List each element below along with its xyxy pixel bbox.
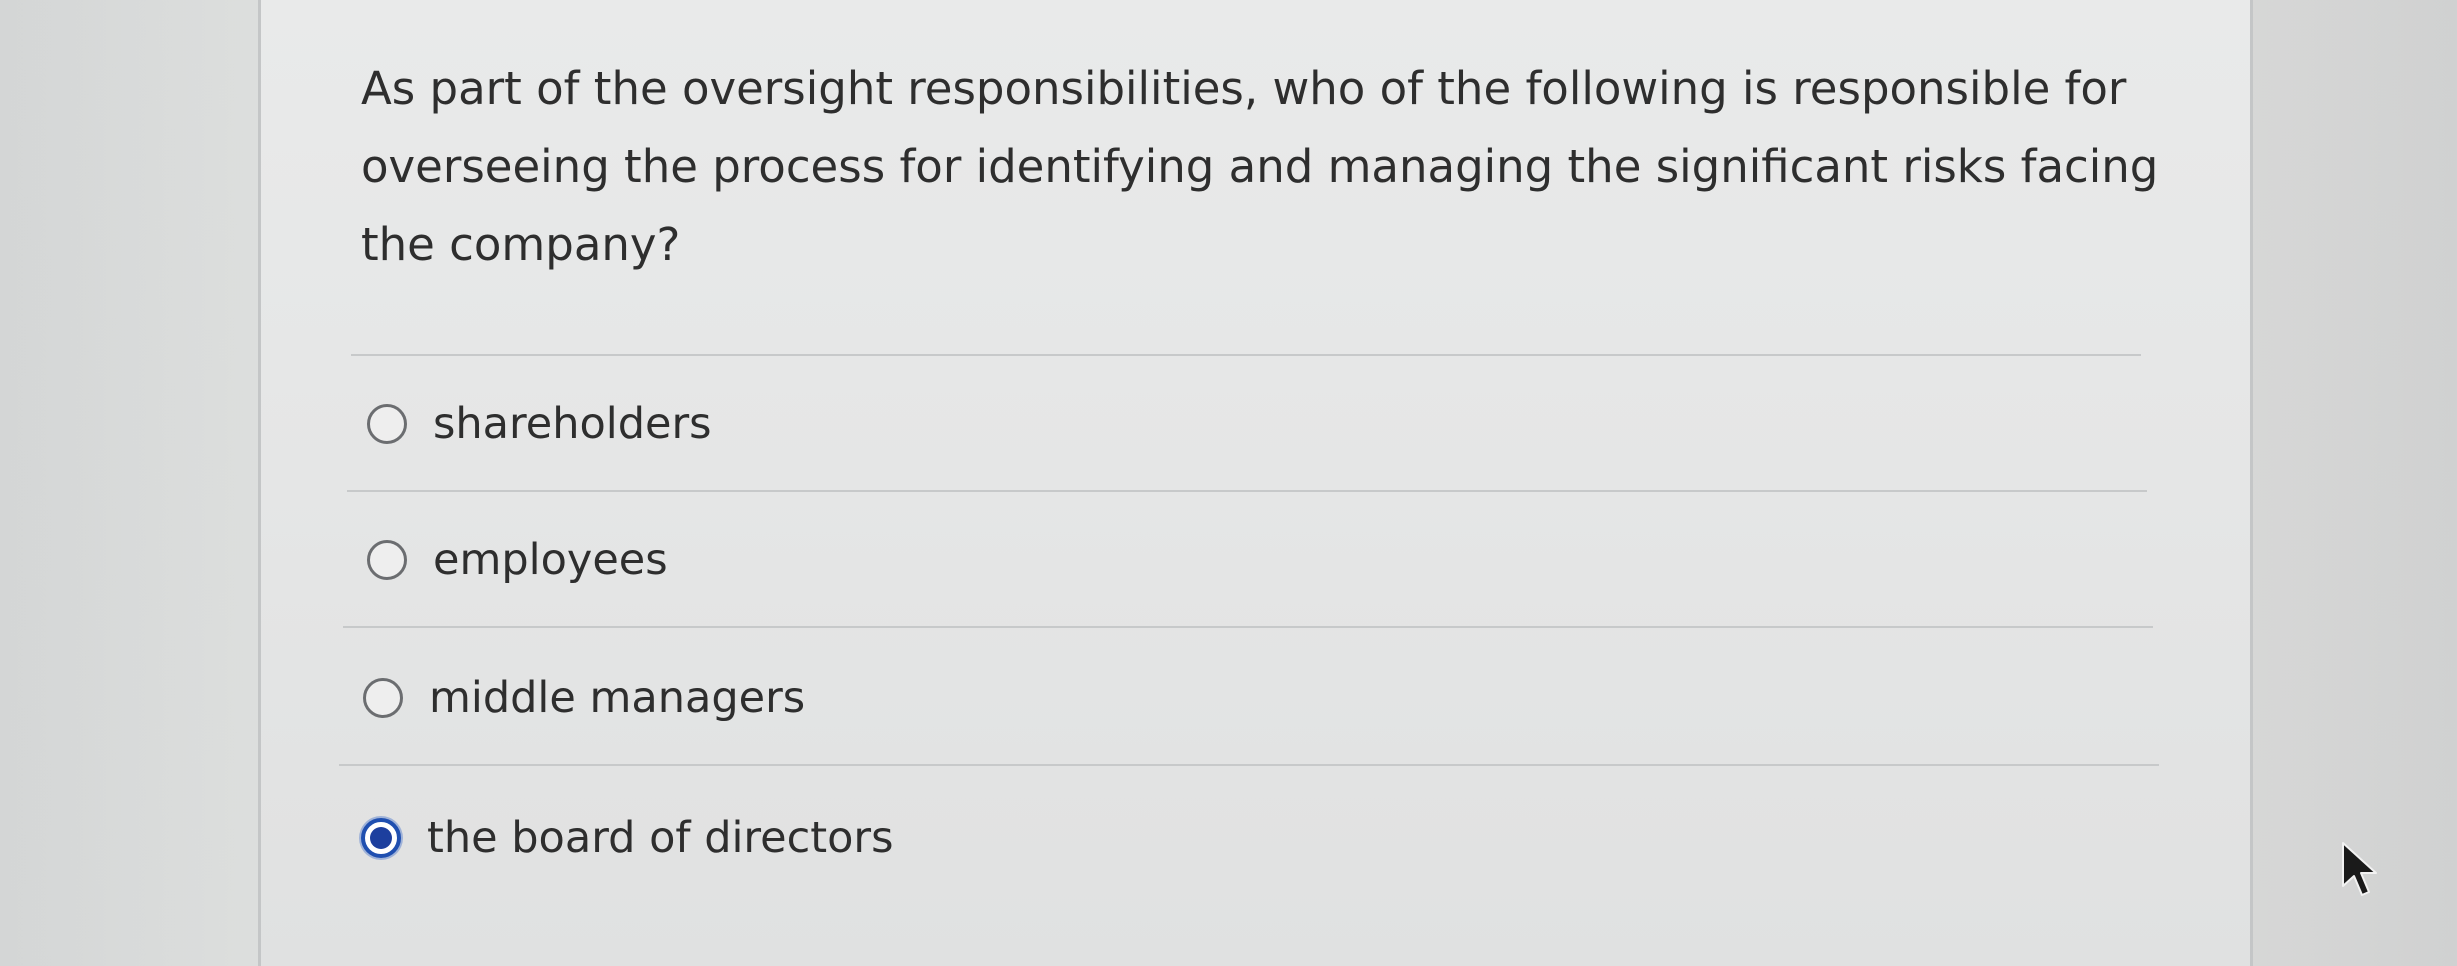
divider (351, 354, 2141, 356)
option-employees[interactable]: employees (367, 530, 668, 590)
option-label: shareholders (433, 399, 712, 449)
divider (343, 626, 2153, 628)
divider (339, 764, 2159, 766)
radio-button-employees[interactable] (367, 540, 407, 580)
radio-button-shareholders[interactable] (367, 404, 407, 444)
option-middle-managers[interactable]: middle managers (363, 668, 805, 728)
radio-button-the-board-of-directors[interactable] (361, 818, 401, 858)
question-card: As part of the oversight responsibilitie… (258, 0, 2253, 966)
question-text: As part of the oversight responsibilitie… (361, 62, 2159, 271)
option-label: middle managers (429, 673, 806, 723)
option-label: the board of directors (427, 813, 894, 863)
radio-button-middle-managers[interactable] (363, 678, 403, 718)
mouse-pointer-icon (2342, 842, 2377, 896)
option-the-board-of-directors[interactable]: the board of directors (361, 808, 894, 868)
divider (347, 490, 2147, 492)
option-shareholders[interactable]: shareholders (367, 394, 712, 454)
option-label: employees (433, 535, 668, 585)
